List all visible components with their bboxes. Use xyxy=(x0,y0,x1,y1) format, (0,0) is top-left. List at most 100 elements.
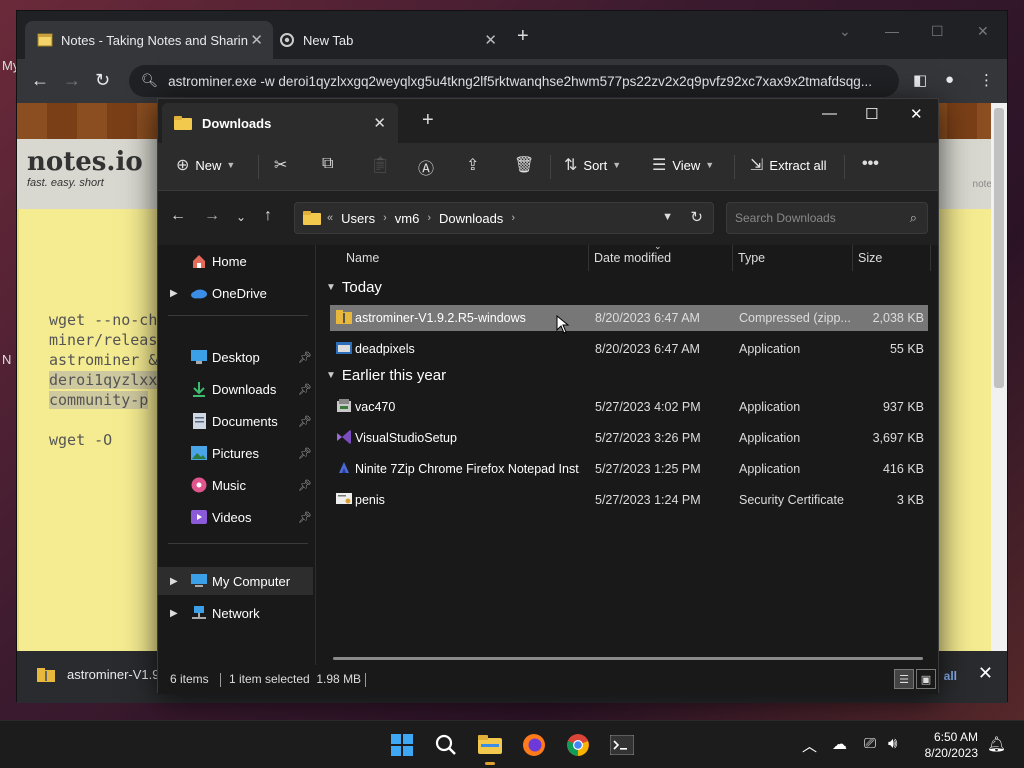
pin-icon[interactable]: 📌︎ xyxy=(298,415,312,428)
new-tab-icon[interactable]: + xyxy=(517,25,529,48)
nav-item-onedrive[interactable]: ▶ OneDrive xyxy=(158,279,313,307)
nav-item-pictures[interactable]: Pictures 📌︎ xyxy=(158,439,313,467)
view-button[interactable]: ☰ View ▼ xyxy=(652,155,714,175)
chrome-icon[interactable] xyxy=(564,731,592,759)
address-breadcrumb[interactable]: « Users › vm6 › Downloads › ▼ ↻ xyxy=(294,202,714,234)
nav-item-home[interactable]: Home xyxy=(158,247,313,275)
close-tab-icon[interactable]: ✕ xyxy=(484,31,497,49)
file-row[interactable]: astrominer-V1.9.2.R5-windows 8/20/2023 6… xyxy=(330,305,928,331)
browser-tab-newtab[interactable]: New Tab ✕ xyxy=(267,21,507,59)
file-explorer-icon[interactable] xyxy=(476,731,504,765)
file-row[interactable]: deadpixels 8/20/2023 6:47 AM Application… xyxy=(330,336,928,362)
close-icon[interactable]: ✕ xyxy=(977,23,989,40)
nav-item-videos[interactable]: Videos 📌︎ xyxy=(158,503,313,531)
column-header-name[interactable]: Name xyxy=(346,251,379,265)
pin-icon[interactable]: 📌︎ xyxy=(298,351,312,364)
pin-icon[interactable]: 📌︎ xyxy=(298,383,312,396)
close-download-bar-icon[interactable]: ✕ xyxy=(978,663,993,684)
extract-all-button[interactable]: ⇲ Extract all xyxy=(750,155,826,175)
overflow-chevron-icon[interactable]: « xyxy=(327,212,333,224)
volume-icon[interactable]: 🔊︎ xyxy=(888,735,897,752)
minimize-icon[interactable]: — xyxy=(885,23,899,39)
pin-icon[interactable]: 📌︎ xyxy=(298,479,312,492)
nav-item-documents[interactable]: Documents 📌︎ xyxy=(158,407,313,435)
notes-logo[interactable]: notes.io fast. easy. short xyxy=(27,147,143,189)
nav-item-desktop[interactable]: Desktop 📌︎ xyxy=(158,343,313,371)
back-icon[interactable]: ← xyxy=(170,207,186,225)
forward-icon[interactable]: → xyxy=(204,207,220,225)
column-header-type[interactable]: Type xyxy=(738,251,765,265)
share-button[interactable]: ⇪ xyxy=(466,155,485,175)
new-tab-icon[interactable]: + xyxy=(422,109,434,132)
delete-button[interactable]: 🗑︎ xyxy=(514,155,540,175)
close-tab-icon[interactable]: ✕ xyxy=(373,114,386,132)
breadcrumb-downloads[interactable]: Downloads xyxy=(439,211,503,226)
chevron-right-icon[interactable]: › xyxy=(383,212,387,224)
up-folder-icon[interactable]: ↑ xyxy=(264,207,272,225)
chevron-down-icon[interactable]: ▼ xyxy=(662,211,673,223)
maximize-icon[interactable]: ☐ xyxy=(931,23,944,40)
search-icon[interactable] xyxy=(432,731,460,759)
breadcrumb-users[interactable]: Users xyxy=(341,211,375,226)
notes-favicon-icon xyxy=(37,32,53,48)
browser-tab-notes[interactable]: Notes - Taking Notes and Sharin ✕ xyxy=(25,21,273,59)
nav-item-music[interactable]: Music 📌︎ xyxy=(158,471,313,499)
copy-button[interactable]: ⧉ xyxy=(322,155,339,173)
terminal-icon[interactable] xyxy=(608,731,636,759)
show-all-downloads-link[interactable]: all xyxy=(944,669,957,683)
file-row[interactable]: VisualStudioSetup 5/27/2023 3:26 PM Appl… xyxy=(330,425,928,451)
pin-icon[interactable]: 📌︎ xyxy=(298,511,312,524)
address-bar[interactable]: 🔍︎ astrominer.exe -w deroi1qyzlxxgq2weyq… xyxy=(129,65,899,97)
tiles-view-icon[interactable]: ▣ xyxy=(916,669,936,689)
explorer-tab-downloads[interactable]: Downloads ✕ xyxy=(162,103,398,143)
details-view-icon[interactable]: ☰ xyxy=(894,669,914,689)
chevron-up-icon[interactable]: ︿ xyxy=(802,735,817,756)
file-row[interactable]: vac470 5/27/2023 4:02 PM Application 937… xyxy=(330,394,928,420)
maximize-icon[interactable]: ☐ xyxy=(865,105,878,123)
forward-icon[interactable]: → xyxy=(63,70,81,91)
more-options-button[interactable]: ••• xyxy=(862,155,885,173)
group-header-today[interactable]: ▼ Today xyxy=(326,279,382,296)
system-clock[interactable]: 6:50 AM 8/20/2023 xyxy=(925,729,978,761)
close-tab-icon[interactable]: ✕ xyxy=(250,31,263,49)
download-item[interactable]: astrominer-V1.9 xyxy=(37,667,159,682)
new-button[interactable]: ⊕ New ▼ xyxy=(176,155,235,175)
nav-item-downloads[interactable]: Downloads 📌︎ xyxy=(158,375,313,403)
breadcrumb-vm6[interactable]: vm6 xyxy=(395,211,420,226)
search-input[interactable]: Search Downloads ⌕ xyxy=(726,202,928,234)
chevron-right-icon[interactable]: ▶ xyxy=(170,576,178,587)
network-status-icon[interactable]: ⎚ xyxy=(864,735,876,752)
recent-locations-icon[interactable]: ⌄ xyxy=(236,210,246,224)
cut-button[interactable]: ✂ xyxy=(274,155,293,175)
column-header-date[interactable]: Date modified xyxy=(594,251,671,265)
menu-kebab-icon[interactable]: ⋮ xyxy=(979,71,994,89)
group-header-earlier[interactable]: ▼ Earlier this year xyxy=(326,367,446,384)
nav-item-network[interactable]: ▶ Network xyxy=(158,599,313,627)
back-icon[interactable]: ← xyxy=(31,70,49,91)
chevron-right-icon[interactable]: › xyxy=(511,212,515,224)
nav-item-my-computer[interactable]: ▶ My Computer xyxy=(158,567,313,595)
sort-button[interactable]: ⇅ Sort ▼ xyxy=(564,155,621,175)
firefox-icon[interactable] xyxy=(520,731,548,759)
chevron-right-icon[interactable]: › xyxy=(427,212,431,224)
column-header-size[interactable]: Size xyxy=(858,251,882,265)
start-icon[interactable] xyxy=(388,731,416,759)
paste-button[interactable]: 📋︎ xyxy=(370,155,396,175)
side-panel-icon[interactable]: ◧ xyxy=(913,71,927,89)
horizontal-scrollbar[interactable] xyxy=(333,657,923,660)
file-row[interactable]: penis 5/27/2023 1:24 PM Security Certifi… xyxy=(330,487,928,513)
cloud-offline-icon[interactable]: ☁ xyxy=(832,735,847,753)
chevron-right-icon[interactable]: ▶ xyxy=(170,608,178,619)
rename-button[interactable]: Ⓐ xyxy=(418,155,440,179)
profile-icon[interactable]: ● xyxy=(945,71,954,88)
pin-icon[interactable]: 📌︎ xyxy=(298,447,312,460)
minimize-icon[interactable]: — xyxy=(822,105,837,122)
chevron-right-icon[interactable]: ▶ xyxy=(170,288,178,299)
file-row[interactable]: Ninite 7Zip Chrome Firefox Notepad Inst.… xyxy=(330,456,928,482)
reload-icon[interactable]: ↻ xyxy=(95,70,110,91)
notification-icon[interactable]: 🔔︎ xyxy=(987,735,1006,753)
refresh-icon[interactable]: ↻ xyxy=(690,208,703,226)
tab-search-icon[interactable]: ⌄ xyxy=(839,23,851,40)
close-icon[interactable]: ✕ xyxy=(910,105,923,123)
page-scrollbar[interactable] xyxy=(991,103,1007,655)
